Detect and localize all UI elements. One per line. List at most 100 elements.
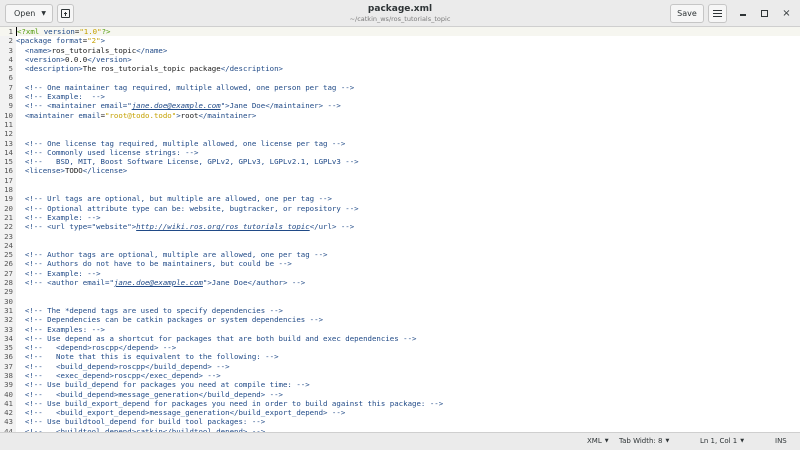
code-line[interactable]: 42 <!-- <build_export_depend>message_gen… [0,408,800,417]
code-text: <!-- One maintainer tag required, multip… [13,83,354,92]
code-token-comment: <!-- <url type="website"> [24,222,137,232]
code-token-str: "1.0" [79,27,102,36]
code-token-tag: > [100,36,106,46]
code-text: <version>0.0.0</version> [13,55,132,64]
editor-lines[interactable]: 1 <?xml version="1.0"?> 2 <package format="… [0,27,800,432]
code-line[interactable]: 4 <version>0.0.0</version> [0,55,800,64]
code-token-url[interactable]: jane.doe@example.com [132,101,221,110]
hamburger-menu-button[interactable] [708,4,727,23]
code-token-url[interactable]: jane.doe@example.com [114,278,203,287]
minimize-button[interactable] [737,8,748,19]
cursor-position[interactable]: Ln 1, Col 1 ▼ [700,437,744,445]
code-line[interactable]: 25 <!-- Author tags are optional, multip… [0,250,800,259]
code-token-tag: </version> [87,54,132,64]
code-line[interactable]: 3 <name>ros_tutorials_topic</name> [0,46,800,55]
code-line[interactable]: 39 <!-- Use build_depend for packages yo… [0,380,800,389]
code-line[interactable]: 18 [0,185,800,194]
code-text: <!-- Example: --> [13,213,101,222]
insert-mode-indicator[interactable]: INS [775,437,787,445]
code-line[interactable]: 30 [0,297,800,306]
code-line[interactable]: 28 <!-- <author email="jane.doe@example.… [0,278,800,287]
code-token-comment: <!-- BSD, MIT, Boost Software License, G… [24,157,359,167]
code-line[interactable]: 35 <!-- <depend>roscpp</depend> --> [0,343,800,352]
code-line[interactable]: 43 <!-- Use buildtool_depend for build t… [0,417,800,426]
code-line[interactable]: 24 [0,241,800,250]
code-line[interactable]: 5 <description>The ros_tutorials_topic p… [0,64,800,73]
maximize-button[interactable] [759,8,770,19]
code-line[interactable]: 32 <!-- Dependencies can be catkin packa… [0,315,800,324]
code-line[interactable]: 2 <package format="2"> [0,36,800,45]
code-line[interactable]: 16 <license>TODO</license> [0,166,800,175]
code-line[interactable]: 13 <!-- One license tag required, multip… [0,139,800,148]
code-token-comment: ">Jane Doe</maintainer> --> [220,101,341,111]
code-line[interactable]: 14 <!-- Commonly used license strings: -… [0,148,800,157]
code-token-comment: <!-- <exec_depend>roscpp</exec_depend> -… [24,370,221,380]
hamburger-menu-icon [713,9,722,11]
save-button[interactable]: Save [670,4,704,23]
code-token-comment: <!-- Use depend as a shortcut for packag… [24,333,417,343]
code-line[interactable]: 23 [0,232,800,241]
code-token-tag: <package [16,36,57,46]
code-line[interactable]: 29 [0,287,800,296]
text-editor[interactable]: 1 <?xml version="1.0"?> 2 <package format="… [0,27,800,432]
code-token-comment: <!-- <build_depend>message_generation</b… [24,389,283,399]
code-line[interactable]: 15 <!-- BSD, MIT, Boost Software License… [0,157,800,166]
new-tab-button[interactable] [57,4,74,23]
code-token-str: "root@todo.todo" [105,110,177,120]
code-token-plain: 0.0.0 [64,54,88,64]
code-line[interactable]: 1 <?xml version="1.0"?> [0,27,800,37]
code-text: <!-- BSD, MIT, Boost Software License, G… [13,157,359,166]
code-token-attr: format [56,36,83,46]
tab-width-selector[interactable]: Tab Width: 8 ▼ [619,437,669,445]
code-token-comment: <!-- Examples: --> [24,324,105,334]
code-line[interactable]: 34 <!-- Use depend as a shortcut for pac… [0,334,800,343]
code-line[interactable]: 11 [0,120,800,129]
language-selector[interactable]: XML ▼ [587,437,609,445]
line-number: 29 [4,287,13,297]
code-text: <!-- Examples: --> [13,325,105,334]
close-button[interactable]: × [781,8,792,19]
code-line[interactable]: 19 <!-- Url tags are optional, but multi… [0,194,800,203]
code-line[interactable]: 21 <!-- Example: --> [0,213,800,222]
line-number: 27 [4,268,13,278]
code-line[interactable]: 41 <!-- Use build_export_depend for pack… [0,399,800,408]
code-line[interactable]: 22 <!-- <url type="website">http://wiki.… [0,222,800,231]
code-line[interactable]: 38 <!-- <exec_depend>roscpp</exec_depend… [0,371,800,380]
code-token-tag: <name> [24,45,52,55]
code-line[interactable]: 9 <!-- <maintainer email="jane.doe@examp… [0,101,800,110]
code-token-url[interactable]: http://wiki.ros.org/ros_tutorials_topic [136,222,310,231]
open-button[interactable]: Open ▼ [5,4,53,23]
code-line[interactable]: 36 <!-- Note that this is equivalent to … [0,352,800,361]
chevron-down-icon: ▼ [41,10,46,17]
code-line[interactable]: 27 <!-- Example: --> [0,269,800,278]
code-line[interactable]: 17 [0,176,800,185]
line-number: 31 [4,305,13,315]
code-text: <!-- Use buildtool_depend for build tool… [13,417,265,426]
code-line[interactable]: 31 <!-- The *depend tags are used to spe… [0,306,800,315]
code-line[interactable]: 7 <!-- One maintainer tag required, mult… [0,83,800,92]
code-line[interactable]: 33 <!-- Examples: --> [0,325,800,334]
code-token-comment: <!-- <author email=" [24,278,114,288]
code-line[interactable]: 20 <!-- Optional attribute type can be: … [0,204,800,213]
code-line[interactable]: 26 <!-- Authors do not have to be mainta… [0,259,800,268]
line-number: 2 [8,36,13,46]
code-line[interactable]: 6 [0,73,800,82]
code-token-tag: </maintainer> [198,110,257,120]
code-line[interactable]: 10 <maintainer email="root@todo.todo">ro… [0,111,800,120]
code-line[interactable]: 37 <!-- <build_depend>roscpp</build_depe… [0,362,800,371]
line-number: 32 [4,315,13,325]
line-number: 40 [4,389,13,399]
line-number: 35 [4,343,13,353]
code-line[interactable]: 40 <!-- <build_depend>message_generation… [0,390,800,399]
code-line[interactable]: 12 [0,129,800,138]
line-number: 16 [4,166,13,176]
code-token-comment: <!-- Authors do not have to be maintaine… [24,259,292,269]
code-line[interactable]: 8 <!-- Example: --> [0,92,800,101]
